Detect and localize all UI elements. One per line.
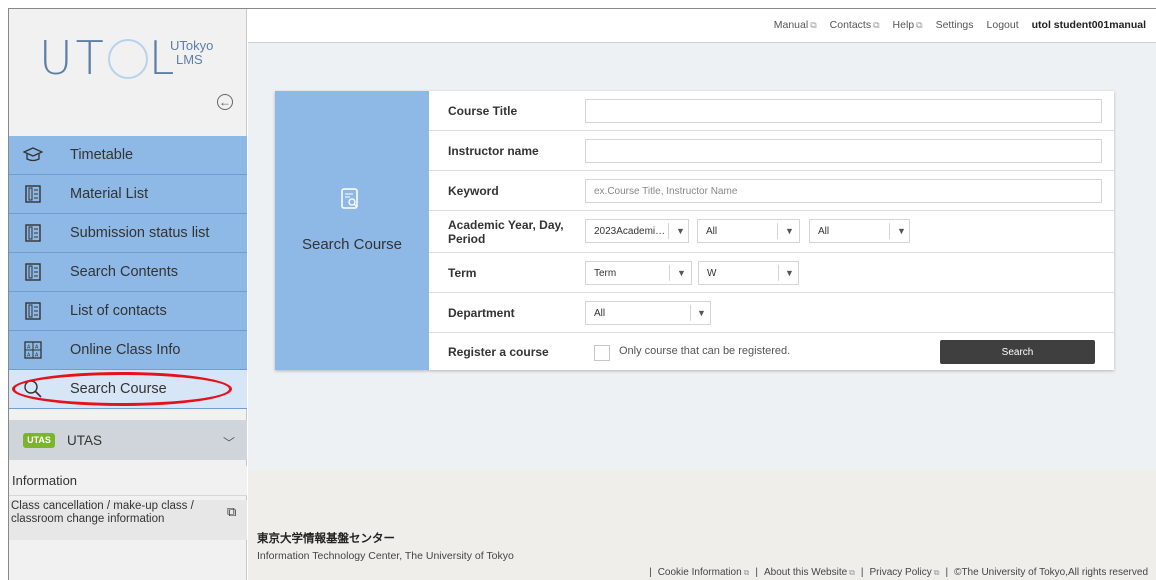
footer-org-jp: 東京大学情報基盤センター — [257, 533, 395, 545]
top-nav: Manual ⧉ Contacts ⧉ Help ⧉ Settings Logout … — [774, 19, 1146, 31]
search-course-panel: Search Course Course Title Instructor na… — [275, 91, 1114, 370]
footer: 東京大学情報基盤センター Information Technology Cent… — [248, 470, 1156, 580]
class-change-info-link[interactable]: Class cancellation / make-up class / cla… — [9, 500, 247, 540]
term-select[interactable]: Term ▼ — [585, 261, 692, 285]
course-title-input[interactable] — [585, 99, 1102, 123]
grid-icon: AAAA — [23, 340, 43, 360]
manual-link[interactable]: Manual ⧉ — [774, 19, 817, 31]
keyword-input[interactable]: ex.Course Title, Instructor Name — [585, 179, 1102, 203]
external-link-icon: ⧉ — [933, 568, 940, 577]
registrable-only-checkbox[interactable] — [594, 345, 610, 361]
dropdown-arrow-icon: ▼ — [785, 268, 794, 278]
document-list-icon — [23, 184, 43, 204]
period-select[interactable]: All ▼ — [809, 219, 910, 243]
logout-link[interactable]: Logout — [987, 19, 1019, 31]
mortarboard-icon — [23, 145, 43, 165]
row-term: Term Term ▼ W ▼ — [429, 253, 1114, 293]
sidebar-item-submission-status[interactable]: Submission status list — [9, 214, 247, 253]
chevron-down-icon[interactable]: ﹀ — [223, 434, 235, 451]
user-name[interactable]: utol student001manual — [1032, 19, 1146, 31]
privacy-policy-link[interactable]: Privacy Policy ⧉ — [870, 567, 940, 578]
row-course-title: Course Title — [429, 91, 1114, 131]
external-link-icon: ⧉ — [849, 568, 855, 577]
sidebar-item-material-list[interactable]: Material List — [9, 175, 247, 214]
search-document-icon — [341, 188, 358, 209]
search-icon — [23, 379, 43, 399]
sidebar-nav: Timetable Material List Submission statu… — [9, 136, 247, 409]
sidebar-item-search-course[interactable]: Search Course — [9, 370, 247, 409]
row-keyword: Keyword ex.Course Title, Instructor Name — [429, 171, 1114, 211]
main-content: Search Course Course Title Instructor na… — [248, 43, 1156, 470]
sidebar-item-online-class-info[interactable]: AAAA Online Class Info — [9, 331, 247, 370]
sidebar-item-utas[interactable]: UTAS UTAS ﹀ — [9, 420, 247, 460]
sidebar-item-search-contents[interactable]: Search Contents — [9, 253, 247, 292]
department-select[interactable]: All ▼ — [585, 301, 711, 325]
instructor-input[interactable] — [585, 139, 1102, 163]
row-register-course: Register a course Only course that can b… — [429, 333, 1114, 370]
help-link[interactable]: Help ⧉ — [893, 19, 923, 31]
utol-logo[interactable]: UT L UTokyo LMS — [39, 33, 229, 83]
external-link-icon: ⧉ — [810, 20, 817, 30]
day-select[interactable]: All ▼ — [697, 219, 800, 243]
dropdown-arrow-icon: ▼ — [697, 308, 706, 318]
logo-subtitle: UTokyo LMS — [170, 38, 214, 67]
footer-links: | Cookie Information ⧉ | About this Websi… — [649, 567, 1148, 578]
row-year-day-period: Academic Year, Day, Period 2023Academi… … — [429, 211, 1114, 253]
document-list-icon — [23, 262, 43, 282]
utas-logo: UTAS — [23, 432, 55, 448]
external-link-icon: ⧉ — [873, 20, 880, 30]
document-list-icon — [23, 223, 43, 243]
row-instructor: Instructor name — [429, 131, 1114, 171]
logo-mark: UT L — [39, 31, 178, 85]
sidebar-item-list-of-contacts[interactable]: List of contacts — [9, 292, 247, 331]
search-button[interactable]: Search — [940, 340, 1095, 364]
document-list-icon — [23, 301, 43, 321]
search-course-header: Search Course — [275, 91, 429, 370]
term-quarter-select[interactable]: W ▼ — [698, 261, 799, 285]
external-link-icon: ⧉ — [227, 504, 237, 519]
dropdown-arrow-icon: ▼ — [677, 268, 686, 278]
collapse-sidebar-icon[interactable]: ← — [217, 94, 233, 110]
external-link-icon: ⧉ — [743, 568, 750, 577]
copyright: ©The University of Tokyo,All rights rese… — [954, 567, 1148, 578]
academic-year-select[interactable]: 2023Academi… ▼ — [585, 219, 689, 243]
contacts-link[interactable]: Contacts ⧉ — [830, 19, 880, 31]
registrable-only-label[interactable]: Only course that can be registered. — [619, 345, 790, 357]
settings-link[interactable]: Settings — [936, 19, 974, 31]
information-heading: Information — [9, 466, 247, 496]
footer-org-en: Information Technology Center, The Unive… — [257, 550, 514, 562]
dropdown-arrow-icon: ▼ — [785, 226, 794, 236]
dropdown-arrow-icon: ▼ — [897, 226, 906, 236]
search-course-title: Search Course — [301, 236, 403, 253]
dropdown-arrow-icon: ▼ — [676, 226, 685, 236]
external-link-icon: ⧉ — [916, 20, 923, 30]
about-website-link[interactable]: About this Website ⧉ — [764, 567, 855, 578]
sidebar-item-timetable[interactable]: Timetable — [9, 136, 247, 175]
sidebar: UT L UTokyo LMS ← Timetable Material List… — [9, 9, 247, 580]
row-department: Department All ▼ — [429, 293, 1114, 333]
top-bar: Manual ⧉ Contacts ⧉ Help ⧉ Settings Logout … — [248, 9, 1156, 43]
cookie-info-link[interactable]: Cookie Information ⧉ — [658, 567, 750, 578]
